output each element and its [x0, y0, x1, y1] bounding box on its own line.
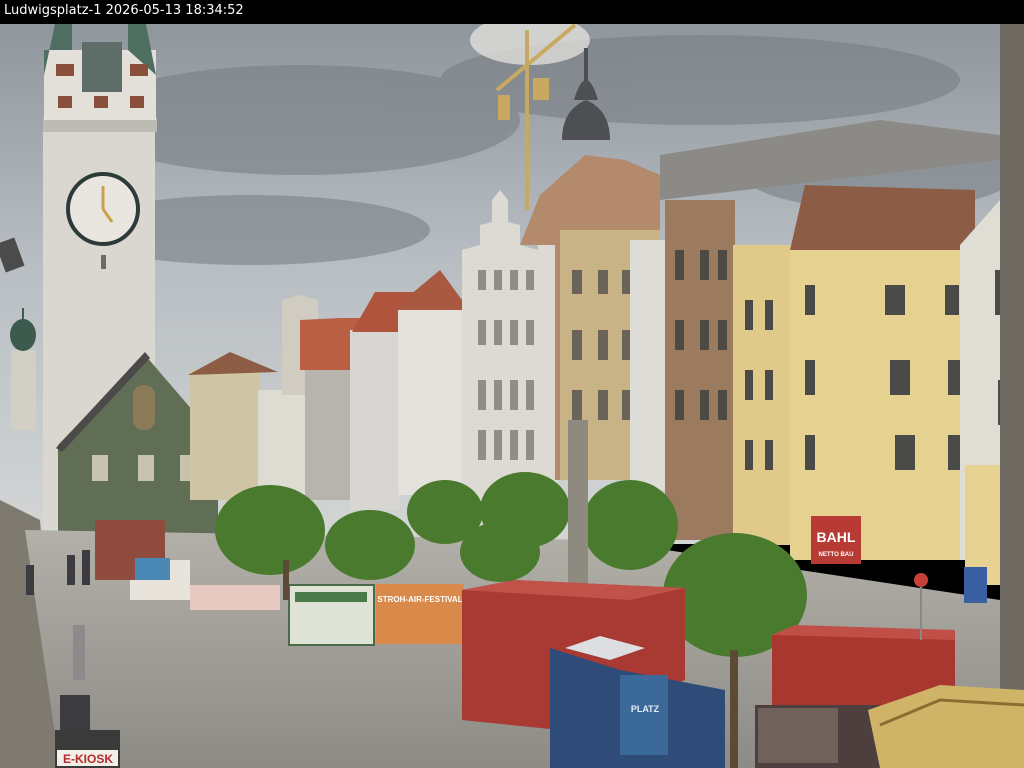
bahl-sign-text: BAHL: [817, 529, 856, 545]
camera-timestamp-label: Ludwigsplatz-1 2026-05-13 18:34:52: [4, 3, 244, 18]
town-square-photo: STROH-AIR-FESTIVAL PLATZ BAHL NETTO BAU …: [0, 24, 1024, 768]
bahl-sign: BAHL NETTO BAU: [811, 516, 861, 564]
info-banner-green: [288, 584, 375, 646]
foreground-pole: [1000, 24, 1024, 768]
webcam-frame: Ludwigsplatz-1 2026-05-13 18:34:52 STROH…: [0, 0, 1024, 768]
camera-overlay-bar: Ludwigsplatz-1 2026-05-13 18:34:52: [0, 0, 1024, 24]
kiosk-sign-text: E-KIOSK: [63, 752, 113, 766]
festival-banner: STROH-AIR-FESTIVAL: [376, 584, 464, 644]
white-building: [398, 270, 463, 495]
festival-banner-text: STROH-AIR-FESTIVAL: [377, 595, 462, 604]
kiosk-sign: E-KIOSK: [55, 730, 120, 768]
bahl-sign-subtext: NETTO BAU: [819, 552, 854, 558]
statue-column: [568, 420, 588, 585]
onion-dome-tower: [10, 308, 36, 430]
dark-banner-right: [755, 705, 880, 768]
hoarding-text: PLATZ: [631, 704, 660, 714]
